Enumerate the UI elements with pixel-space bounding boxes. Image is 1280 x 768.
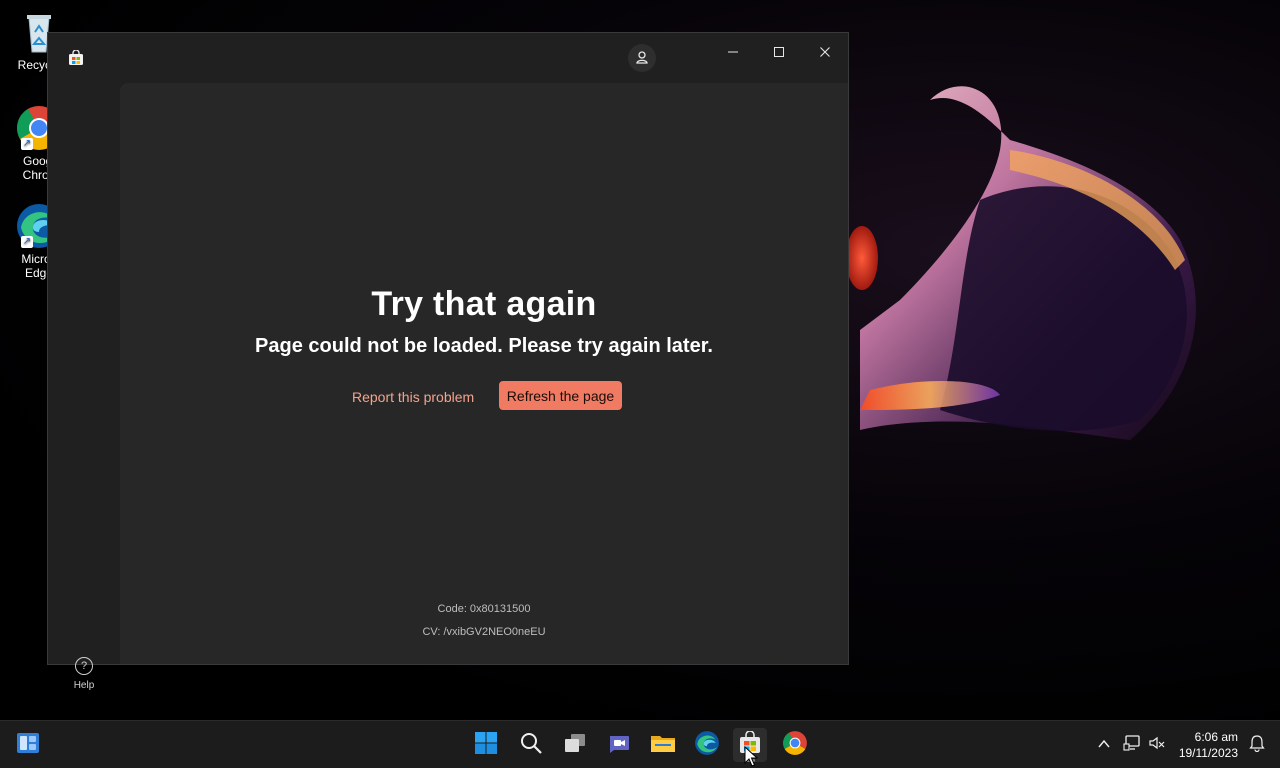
network-icon [1123, 734, 1141, 756]
error-code: Code: 0x80131500 [437, 603, 531, 615]
help-icon: ? [75, 657, 93, 675]
chrome-taskbar-button[interactable] [778, 728, 812, 762]
help-label: Help [73, 680, 95, 691]
edge-taskbar-button[interactable] [690, 728, 724, 762]
clock-time: 6:06 am [1194, 730, 1238, 744]
shortcut-arrow-icon: ↗ [21, 236, 33, 248]
account-icon [635, 49, 649, 68]
widgets-button[interactable] [11, 728, 45, 762]
correlation-vector: CV: /vxibGV2NEO0neEU [422, 626, 546, 638]
microsoft-store-window: ? Help Try that again Page could not be … [47, 32, 849, 691]
account-button[interactable] [628, 44, 656, 72]
chrome-icon [782, 730, 808, 760]
task-view-button[interactable] [558, 728, 592, 762]
chat-icon [607, 731, 631, 759]
edge-icon [694, 730, 720, 760]
refresh-page-button[interactable]: Refresh the page [499, 381, 622, 410]
volume-muted-icon [1148, 734, 1166, 756]
report-problem-link[interactable]: Report this problem [352, 385, 474, 409]
taskbar: 6:06 am 19/11/2023 [0, 720, 1280, 768]
close-icon [819, 43, 831, 62]
maximize-icon [773, 43, 785, 62]
file-explorer-button[interactable] [646, 728, 680, 762]
error-message: Page could not be loaded. Please try aga… [255, 335, 713, 357]
chevron-up-icon [1097, 736, 1111, 755]
task-view-icon [563, 731, 587, 759]
search-button[interactable] [514, 728, 548, 762]
widgets-icon [16, 731, 40, 759]
folder-icon [650, 731, 676, 759]
windows-logo-icon [474, 731, 498, 759]
minimize-icon [727, 43, 739, 62]
start-button[interactable] [469, 728, 503, 762]
mouse-cursor-icon [744, 745, 759, 768]
notification-icon [1248, 734, 1266, 756]
clock[interactable]: 6:06 am 19/11/2023 [1178, 729, 1238, 761]
notification-button[interactable] [1240, 728, 1274, 762]
error-title: Try that again [371, 285, 597, 323]
navigation-rail: ? Help [48, 83, 120, 691]
error-page: Try that again Page could not be loaded.… [120, 83, 848, 664]
clock-date: 19/11/2023 [1178, 746, 1238, 760]
help-button[interactable]: ? Help [62, 657, 106, 691]
close-button[interactable] [802, 37, 848, 67]
microsoft-store-icon [68, 49, 84, 66]
volume-button[interactable] [1140, 728, 1174, 762]
chat-button[interactable] [602, 728, 636, 762]
minimize-button[interactable] [710, 37, 756, 67]
search-icon [519, 731, 543, 759]
shortcut-arrow-icon: ↗ [21, 138, 33, 150]
maximize-button[interactable] [756, 37, 802, 67]
title-bar[interactable] [48, 33, 848, 83]
